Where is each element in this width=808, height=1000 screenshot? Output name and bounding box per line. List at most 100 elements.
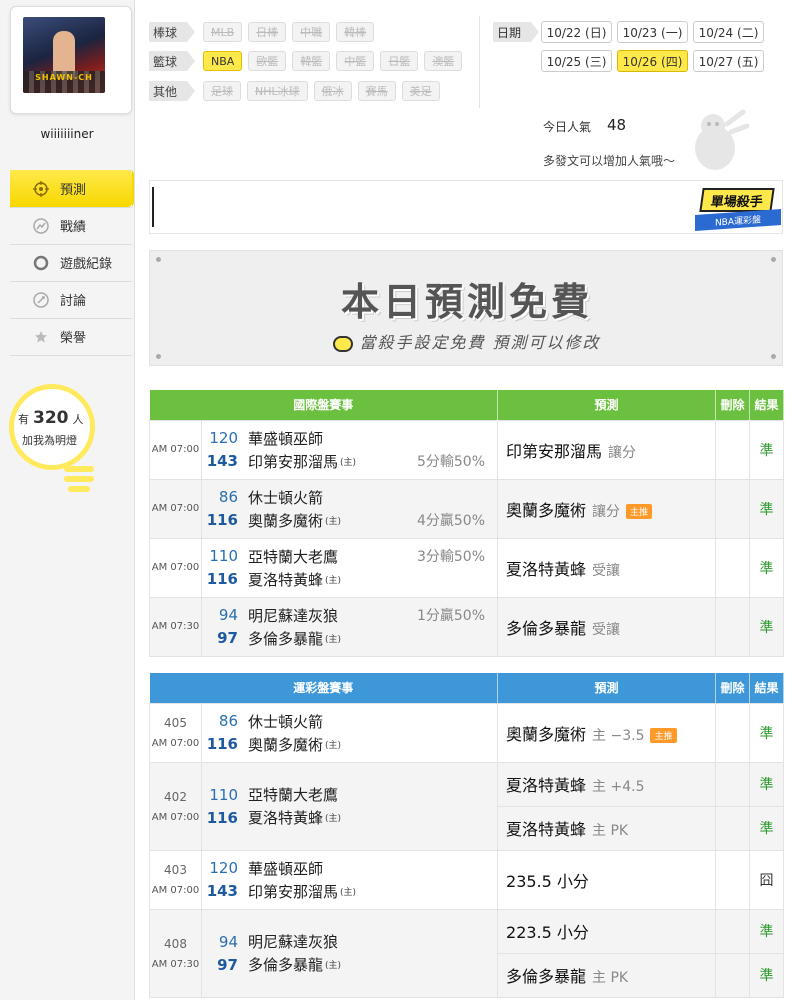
delete-cell[interactable] bbox=[715, 761, 751, 807]
league-chip[interactable]: 俄冰 bbox=[313, 81, 352, 101]
spread-line: 1分贏50% bbox=[416, 608, 486, 624]
popularity-value: 48 bbox=[607, 116, 627, 134]
league-chip[interactable]: 日棒 bbox=[248, 22, 287, 42]
league-chip[interactable]: 中籃 bbox=[336, 51, 375, 71]
delete-cell[interactable] bbox=[715, 596, 751, 657]
delete-cell[interactable] bbox=[715, 478, 751, 539]
popularity-hint: 多發文可以增加人氣哦～ bbox=[543, 154, 676, 168]
speech-bubble-icon bbox=[333, 335, 354, 352]
post-title-bar[interactable] bbox=[149, 180, 783, 234]
page: SHAWN-CH wiiiiiiiner 預測 戰績 遊戲紀錄 討論 榮譽 有 … bbox=[0, 0, 808, 1000]
league-chip[interactable]: MLB bbox=[203, 22, 243, 42]
home-team[interactable]: 夏洛特黃蜂 bbox=[248, 569, 323, 590]
table-row: 403 AM 07:00 120 華盛頓巫師 143 印第安那溜馬 (主) 235.5 … bbox=[149, 849, 785, 910]
delete-cell[interactable] bbox=[715, 537, 751, 598]
pick-cell: 235.5 小分 bbox=[497, 849, 717, 910]
username[interactable]: wiiiiiiiner bbox=[0, 127, 134, 141]
sidebar-item-game-log[interactable]: 遊戲紀錄 bbox=[10, 244, 132, 281]
delete-cell[interactable] bbox=[715, 952, 751, 998]
col-header-result: 結果 bbox=[749, 673, 785, 703]
delete-cell[interactable] bbox=[715, 805, 751, 851]
matchup: 94 明尼蘇達灰狼 1分贏50% 97 多倫多暴龍 (主) bbox=[200, 596, 499, 657]
sidebar-item-label: 戰績 bbox=[60, 220, 87, 235]
league-chip[interactable]: 歐籃 bbox=[248, 51, 287, 71]
home-team[interactable]: 奧蘭多魔術 bbox=[248, 510, 323, 531]
table-row: AM 07:00 110 亞特蘭大老鷹 3分輸50% 116 夏洛特黃蜂 (主) 夏洛特… bbox=[149, 537, 785, 598]
category-tag: 其他 bbox=[149, 81, 195, 101]
result-mark: 準 bbox=[749, 596, 785, 657]
delete-cell[interactable] bbox=[715, 702, 751, 763]
date-chip[interactable]: 10/24 (二) bbox=[693, 21, 764, 43]
date-chip[interactable]: 10/22 (日) bbox=[541, 21, 612, 43]
date-chip[interactable]: 10/25 (三) bbox=[541, 50, 612, 72]
col-header-match: 運彩盤賽事 bbox=[149, 673, 499, 703]
away-team[interactable]: 休士頓火箭 bbox=[248, 487, 323, 508]
away-team[interactable]: 華盛頓巫師 bbox=[248, 428, 323, 449]
lottery-prediction-table: 運彩盤賽事 預測 刪除 結果 405 AM 07:00 86 休士頓火箭 116 奧蘭… bbox=[149, 673, 785, 998]
date-chip-active[interactable]: 10/26 (四) bbox=[617, 50, 688, 72]
home-team[interactable]: 奧蘭多魔術 bbox=[248, 734, 323, 755]
league-chip-active[interactable]: NBA bbox=[203, 51, 243, 71]
pick-cell: 奧蘭多魔術主 −3.5 主推 bbox=[497, 702, 717, 763]
game-time: AM 07:00 bbox=[149, 478, 202, 539]
sidebar-item-discuss[interactable]: 討論 bbox=[10, 281, 132, 318]
league-chip[interactable]: 中職 bbox=[292, 22, 331, 42]
away-team[interactable]: 亞特蘭大老鷹 bbox=[248, 784, 338, 805]
matchup: 120 華盛頓巫師 143 印第安那溜馬 (主) 5分輸50% bbox=[200, 419, 499, 480]
league-chip[interactable]: NHL冰球 bbox=[247, 81, 308, 101]
away-team[interactable]: 明尼蘇達灰狼 bbox=[248, 931, 338, 952]
home-team[interactable]: 印第安那溜馬 bbox=[248, 451, 338, 472]
league-chip[interactable]: 澳籃 bbox=[424, 51, 463, 71]
matchup: 86 休士頓火箭 116 奧蘭多魔術 (主) bbox=[200, 702, 499, 763]
date-chip[interactable]: 10/23 (一) bbox=[617, 21, 688, 43]
result-mark: 準 bbox=[749, 702, 785, 763]
table-row: 402 AM 07:00 110 亞特蘭大老鷹 116 夏洛特黃蜂 (主) 夏洛特黃蜂主… bbox=[149, 761, 785, 851]
away-team[interactable]: 華盛頓巫師 bbox=[248, 858, 323, 879]
intl-prediction-table: 國際盤賽事 預測 刪除 結果 AM 07:00 120 華盛頓巫師 143 印第安那… bbox=[149, 390, 785, 657]
sidebar-item-honor[interactable]: 榮譽 bbox=[10, 318, 132, 355]
pick-cell: 夏洛特黃蜂主 PK bbox=[497, 805, 717, 851]
avatar[interactable]: SHAWN-CH bbox=[23, 17, 105, 93]
result-mark: 準 bbox=[749, 537, 785, 598]
result-mark: 準 bbox=[749, 419, 785, 480]
sidebar-item-predict[interactable]: 預測 bbox=[10, 170, 142, 207]
sidebar-item-record[interactable]: 戰績 bbox=[10, 207, 132, 244]
home-team[interactable]: 印第安那溜馬 bbox=[248, 881, 338, 902]
table-row: 405 AM 07:00 86 休士頓火箭 116 奧蘭多魔術 (主) 奧蘭多魔術主 −… bbox=[149, 702, 785, 763]
league-chip[interactable]: 賽馬 bbox=[357, 81, 396, 101]
featured-badge: 主推 bbox=[650, 728, 677, 743]
pick-cell: 印第安那溜馬 讓分 bbox=[497, 419, 717, 480]
filter-row-other: 其他 足球 NHL冰球 俄冰 賽馬 美足 bbox=[149, 79, 446, 103]
delete-cell[interactable] bbox=[715, 419, 751, 480]
league-chip[interactable]: 美足 bbox=[401, 81, 440, 101]
league-chip[interactable]: 日籃 bbox=[380, 51, 419, 71]
lightbulb-base bbox=[64, 462, 100, 500]
pick-cell: 223.5 小分 bbox=[497, 908, 717, 954]
home-team[interactable]: 夏洛特黃蜂 bbox=[248, 807, 323, 828]
away-team[interactable]: 亞特蘭大老鷹 bbox=[248, 546, 338, 567]
game-time: AM 07:30 bbox=[149, 596, 202, 657]
pick-cell: 奧蘭多魔術 讓分 主推 bbox=[497, 478, 717, 539]
home-team[interactable]: 多倫多暴龍 bbox=[248, 628, 323, 649]
fans-caption[interactable]: 加我為明燈 bbox=[22, 432, 77, 448]
result-mark: 準 bbox=[749, 952, 785, 998]
matchup: 110 亞特蘭大老鷹 116 夏洛特黃蜂 (主) bbox=[200, 761, 499, 851]
game-number: 405 bbox=[164, 716, 187, 730]
away-team[interactable]: 休士頓火箭 bbox=[248, 711, 323, 732]
sidebar-item-label: 遊戲紀錄 bbox=[60, 257, 113, 272]
sidebar-item-label: 討論 bbox=[60, 294, 87, 309]
away-team[interactable]: 明尼蘇達灰狼 bbox=[248, 605, 338, 626]
league-chip[interactable]: 韓棒 bbox=[336, 22, 375, 42]
free-prediction-banner: 本日預測免費 當殺手設定免費 預測可以修改 bbox=[149, 250, 783, 366]
league-chip[interactable]: 韓籃 bbox=[292, 51, 331, 71]
matchup: 86 休士頓火箭 116 奧蘭多魔術 (主) 4分贏50% bbox=[200, 478, 499, 539]
result-mark: 準 bbox=[749, 761, 785, 807]
home-team[interactable]: 多倫多暴龍 bbox=[248, 954, 323, 975]
table-row: AM 07:00 86 休士頓火箭 116 奧蘭多魔術 (主) 4分贏50% 奧蘭多魔術… bbox=[149, 478, 785, 539]
delete-cell[interactable] bbox=[715, 908, 751, 954]
league-chip[interactable]: 足球 bbox=[203, 81, 241, 101]
delete-cell[interactable] bbox=[715, 849, 751, 910]
table-row: AM 07:00 120 華盛頓巫師 143 印第安那溜馬 (主) 5分輸50% 印第安… bbox=[149, 419, 785, 480]
fans-count: 有 320 人 bbox=[18, 408, 84, 428]
date-chip[interactable]: 10/27 (五) bbox=[693, 50, 764, 72]
